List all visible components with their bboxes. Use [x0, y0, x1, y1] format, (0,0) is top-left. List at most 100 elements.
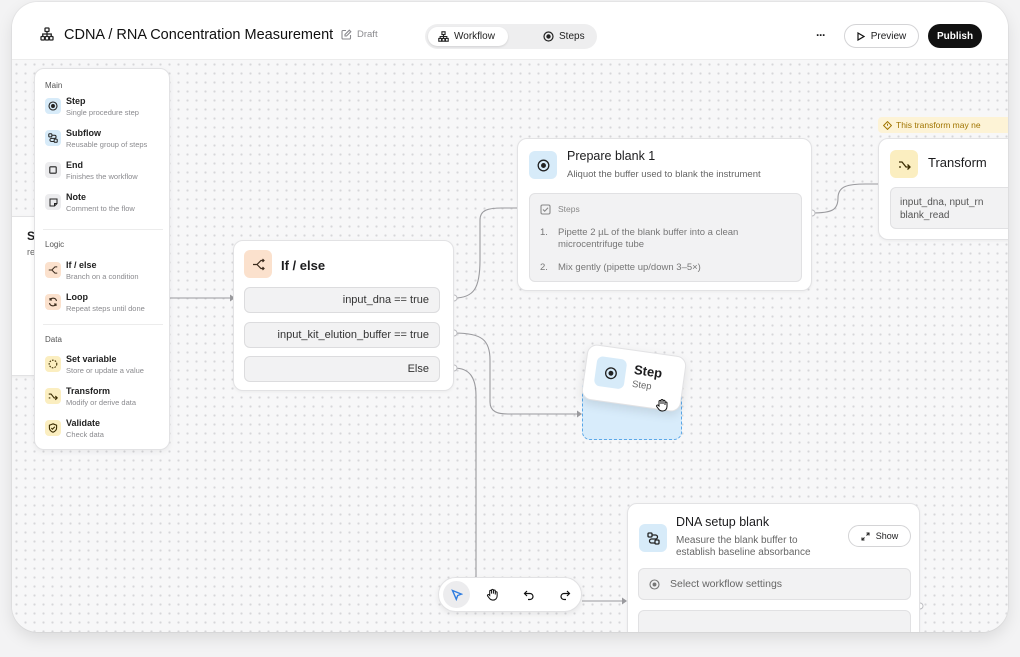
- ifelse-title: If / else: [281, 258, 326, 273]
- tab-workflow-label: Workflow: [454, 31, 495, 42]
- transform-icon: [45, 388, 61, 404]
- show-button[interactable]: Show: [848, 525, 911, 547]
- undo-icon: [523, 589, 535, 601]
- prepare-title: Prepare blank 1: [567, 149, 656, 163]
- connector-else-dna: [453, 367, 477, 582]
- preview-button[interactable]: Preview: [844, 24, 919, 48]
- connector-true-prepare: [453, 207, 517, 299]
- top-bar: CDNA / RNA Concentration Measurement Dra…: [12, 2, 1008, 60]
- palette-item-name: Note: [66, 192, 86, 202]
- palette-item-note[interactable]: Note Comment to the flow: [45, 191, 165, 217]
- warning-diamond-icon: [883, 120, 892, 130]
- workflow-settings-select[interactable]: Select workflow settings: [638, 568, 911, 600]
- draft-status[interactable]: Draft: [341, 29, 378, 40]
- tab-steps-label: Steps: [559, 31, 585, 42]
- step-target-icon: [529, 151, 557, 179]
- condition-elution-buffer[interactable]: input_kit_elution_buffer == true: [244, 322, 440, 348]
- canvas-toolbar: [438, 577, 582, 612]
- connector-elution-step: [453, 332, 577, 415]
- dna-setup-subtitle-line: Measure the blank buffer to: [676, 535, 798, 546]
- pan-tool-button[interactable]: [479, 581, 506, 608]
- connector-prepare-transform: [811, 183, 878, 214]
- palette-item-step[interactable]: Step Single procedure step: [45, 95, 165, 121]
- node-palette: Main Step Single procedure step Subflow …: [34, 68, 170, 450]
- prepare-blank-node[interactable]: Prepare blank 1 Aliquot the buffer used …: [517, 138, 812, 291]
- palette-item-set-variable[interactable]: Set variable Store or update a value: [45, 353, 165, 379]
- step-target-icon: [593, 355, 628, 390]
- select-tool-button[interactable]: [443, 581, 470, 608]
- palette-item-desc: Branch on a condition: [66, 272, 139, 281]
- redo-icon: [559, 589, 571, 601]
- workflow-tree-icon: [40, 27, 54, 41]
- dna-setup-subtitle-line: establish baseline absorbance: [676, 547, 811, 558]
- transform-io-line: input_dna, nput_rn: [900, 197, 984, 208]
- validate-icon: [45, 420, 61, 436]
- palette-item-desc: Reusable group of steps: [66, 140, 148, 149]
- end-icon: [45, 162, 61, 178]
- palette-item-name: End: [66, 160, 83, 170]
- palette-item-ifelse[interactable]: If / else Branch on a condition: [45, 259, 165, 285]
- transform-io-box: input_dna, nput_rn blank_read: [890, 187, 1008, 229]
- palette-item-validate[interactable]: Validate Check data: [45, 417, 165, 443]
- loop-icon: [45, 294, 61, 310]
- palette-item-name: Transform: [66, 386, 111, 396]
- undo-button[interactable]: [515, 581, 542, 608]
- transform-node[interactable]: Transform input_dna, nput_rn blank_read: [878, 138, 1008, 240]
- palette-item-name: Subflow: [66, 128, 101, 138]
- subflow-icon: [45, 130, 61, 146]
- transform-icon: [890, 150, 918, 178]
- edit-icon: [341, 29, 352, 40]
- step-icon: [45, 98, 61, 114]
- palette-item-loop[interactable]: Loop Repeat steps until done: [45, 291, 165, 317]
- section-divider: [43, 229, 163, 230]
- dragged-step-title: Step: [633, 362, 664, 381]
- tab-workflow[interactable]: Workflow: [428, 27, 508, 46]
- palette-item-name: Loop: [66, 292, 88, 302]
- dna-setup-second-field[interactable]: [638, 610, 911, 632]
- palette-item-desc: Repeat steps until done: [66, 304, 145, 313]
- palette-item-name: If / else: [66, 260, 97, 270]
- transform-io-line: blank_read: [900, 210, 950, 221]
- step-text-line: Mix gently (pipette up/down 3–5×): [558, 262, 701, 273]
- more-options-button[interactable]: ···: [816, 28, 826, 42]
- settings-placeholder: Select workflow settings: [670, 578, 783, 590]
- pointer-icon: [450, 588, 463, 601]
- branch-icon: [45, 262, 61, 278]
- publish-button[interactable]: Publish: [928, 24, 982, 48]
- palette-item-desc: Check data: [66, 430, 104, 439]
- palette-item-desc: Modify or derive data: [66, 398, 137, 407]
- ifelse-node[interactable]: If / else input_dna == true input_kit_el…: [233, 240, 454, 391]
- page-title: CDNA / RNA Concentration Measurement: [64, 27, 334, 43]
- palette-item-end[interactable]: End Finishes the workflow: [45, 159, 165, 185]
- condition-else[interactable]: Else: [244, 356, 440, 382]
- palette-item-subflow[interactable]: Subflow Reusable group of steps: [45, 127, 165, 153]
- palette-item-transform[interactable]: Transform Modify or derive data: [45, 385, 165, 411]
- expand-icon: [861, 531, 870, 541]
- redo-button[interactable]: [551, 581, 578, 608]
- warning-text: This transform may ne: [896, 120, 981, 130]
- branch-icon: [244, 250, 272, 278]
- tab-steps[interactable]: Steps: [533, 27, 593, 46]
- step-number: 1.: [540, 227, 548, 238]
- palette-item-desc: Store or update a value: [66, 366, 144, 375]
- preview-label: Preview: [870, 30, 907, 42]
- palette-item-desc: Single procedure step: [66, 108, 139, 117]
- transform-warning: This transform may ne: [878, 117, 1008, 133]
- view-switcher: Workflow Steps: [425, 24, 597, 49]
- palette-item-desc: Finishes the workflow: [66, 172, 138, 181]
- step-number: 2.: [540, 262, 548, 273]
- condition-input-dna[interactable]: input_dna == true: [244, 287, 440, 313]
- workflow-tree-icon: [438, 31, 449, 42]
- dna-setup-node[interactable]: DNA setup blank Measure the blank buffer…: [627, 503, 920, 632]
- workflow-canvas[interactable]: S re If / else input_dna == true input_k…: [12, 60, 1008, 632]
- prepare-subtitle: Aliquot the buffer used to blank the ins…: [567, 169, 761, 180]
- palette-item-name: Set variable: [66, 354, 117, 364]
- section-divider: [43, 324, 163, 325]
- palette-section-title: Main: [45, 81, 63, 90]
- hand-icon: [486, 588, 499, 601]
- play-icon: [857, 31, 865, 41]
- note-icon: [45, 194, 61, 210]
- step-target-icon: [543, 31, 554, 42]
- step-text-line: Pipette 2 µL of the blank buffer into a …: [558, 227, 739, 238]
- step-text-line: microcentrifuge tube: [558, 239, 645, 250]
